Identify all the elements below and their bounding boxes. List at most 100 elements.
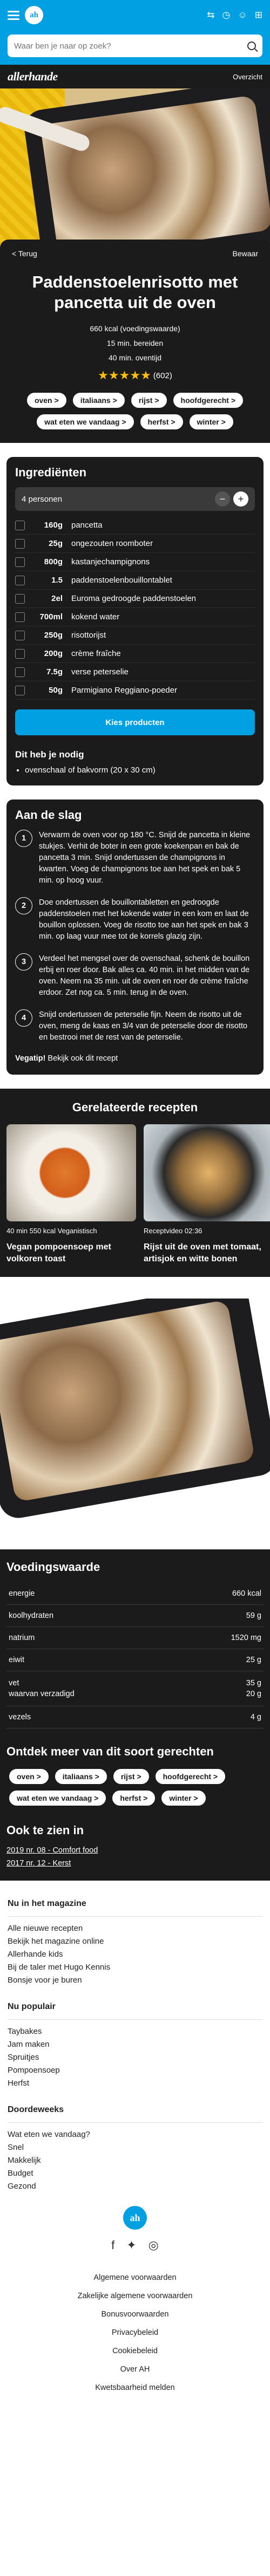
magazine-link[interactable]: 2017 nr. 12 - Kerst bbox=[6, 1857, 264, 1870]
tag-hoofdgerecht[interactable]: hoofdgerecht > bbox=[172, 392, 244, 408]
ah-logo[interactable]: ah bbox=[25, 6, 43, 24]
kcal-link[interactable]: 660 kcal (voedingswaarde) bbox=[12, 322, 258, 336]
footer-link[interactable]: Bij de taler met Hugo Kennis bbox=[8, 1961, 262, 1974]
checkbox[interactable] bbox=[15, 557, 25, 567]
ingredient-row[interactable]: 160g pancetta bbox=[15, 516, 255, 535]
tag-rijst[interactable]: rijst > bbox=[130, 392, 167, 408]
tag-oven[interactable]: oven > bbox=[9, 1768, 49, 1785]
ingredient-row[interactable]: 50g Parmigiano Reggiano-poeder bbox=[15, 681, 255, 700]
legal-link[interactable]: Over AH bbox=[8, 2360, 262, 2379]
tag-hoofdgerecht[interactable]: hoofdgerecht > bbox=[154, 1768, 226, 1785]
step: 3 Verdeel het mengsel over de ovenschaal,… bbox=[15, 953, 255, 999]
vega-tip[interactable]: Vegatip! Bekijk ook dit recept bbox=[15, 1054, 255, 1063]
checkbox[interactable] bbox=[15, 630, 25, 640]
footer-link[interactable]: Allerhande kids bbox=[8, 1948, 262, 1961]
tag-italiaans[interactable]: italiaans > bbox=[72, 392, 125, 408]
tip-label: Vegatip! bbox=[15, 1054, 46, 1063]
ingredient-row[interactable]: 200g crème fraîche bbox=[15, 645, 255, 663]
checkbox[interactable] bbox=[15, 538, 25, 549]
footer-link[interactable]: Spruitjes bbox=[8, 2051, 262, 2064]
related-title[interactable]: Vegan pompoensoep met volkoren toast bbox=[6, 1241, 136, 1265]
minus-button[interactable]: − bbox=[215, 491, 230, 507]
back-link[interactable]: < Terug bbox=[12, 249, 37, 258]
related-meta: 40 min 550 kcal Veganistisch bbox=[6, 1227, 97, 1235]
footer-link[interactable]: Herfst bbox=[8, 2077, 262, 2090]
facebook-icon[interactable]: f bbox=[111, 2238, 114, 2252]
twitter-icon[interactable]: ✦ bbox=[126, 2238, 136, 2252]
footer-link[interactable]: Bonsje voor je buren bbox=[8, 1974, 262, 1987]
recipe-header: < Terug Bewaar Paddenstoelenrisotto met … bbox=[0, 240, 270, 443]
save-button[interactable]: Bewaar bbox=[233, 249, 258, 258]
checkbox[interactable] bbox=[15, 648, 25, 659]
related-image[interactable] bbox=[6, 1124, 136, 1221]
tag-rijst[interactable]: rijst > bbox=[112, 1768, 150, 1785]
search-box[interactable] bbox=[8, 35, 262, 57]
footer-link[interactable]: Alle nieuwe recepten bbox=[8, 1922, 262, 1935]
footer-link[interactable]: Makkelijk bbox=[8, 2154, 262, 2167]
tag-winter[interactable]: winter > bbox=[188, 414, 234, 430]
tag-herfst[interactable]: herfst > bbox=[112, 1790, 156, 1806]
magazine-link[interactable]: 2019 nr. 08 - Comfort food bbox=[6, 1844, 264, 1857]
cart-icon[interactable]: ⊞ bbox=[255, 10, 262, 21]
instagram-icon[interactable]: ◎ bbox=[148, 2238, 159, 2252]
user-icon[interactable]: ☺ bbox=[238, 10, 247, 21]
ingredient-row[interactable]: 25g ongezouten roomboter bbox=[15, 535, 255, 553]
allerhande-logo[interactable]: allerhande bbox=[8, 70, 58, 84]
checkbox[interactable] bbox=[15, 575, 25, 585]
ingredient-row[interactable]: 250g risottorijst bbox=[15, 626, 255, 645]
related-card[interactable]: Receptvideo 02:36 Rijst uit de oven met … bbox=[144, 1124, 270, 1265]
legal-link[interactable]: Zakelijke algemene voorwaarden bbox=[8, 2287, 262, 2305]
related-card[interactable]: 40 min 550 kcal Veganistisch Vegan pompo… bbox=[6, 1124, 136, 1265]
tip-link[interactable]: Bekijk ook dit recept bbox=[45, 1054, 118, 1063]
search-input[interactable] bbox=[14, 41, 247, 51]
ingredient-row[interactable]: 7.5g verse peterselie bbox=[15, 663, 255, 681]
checkbox[interactable] bbox=[15, 667, 25, 677]
legal-link[interactable]: Bonusvoorwaarden bbox=[8, 2305, 262, 2324]
ingredient-amount: 200g bbox=[44, 649, 63, 658]
footer-link[interactable]: Snel bbox=[8, 2141, 262, 2154]
plus-button[interactable]: + bbox=[233, 491, 248, 507]
checkbox[interactable] bbox=[15, 593, 25, 604]
ingredient-row[interactable]: 700ml kokend water bbox=[15, 608, 255, 626]
footer-link[interactable]: Taybakes bbox=[8, 2025, 262, 2038]
ingredient-row[interactable]: 2el Euroma gedroogde paddenstoelen bbox=[15, 590, 255, 608]
footer-link[interactable]: Gezond bbox=[8, 2180, 262, 2193]
checkbox[interactable] bbox=[15, 520, 25, 530]
top-icons: ⇆ ◷ ☺ ⊞ bbox=[207, 10, 262, 21]
oven-dish bbox=[0, 1299, 270, 1521]
steps-heading: Aan de slag bbox=[15, 808, 82, 822]
rating-count: (602) bbox=[153, 371, 172, 380]
footer-link[interactable]: Pompoensoep bbox=[8, 2064, 262, 2077]
legal-link[interactable]: Privacybeleid bbox=[8, 2324, 262, 2342]
related-title[interactable]: Rijst uit de oven met tomaat, artisjok e… bbox=[144, 1241, 270, 1265]
tag-oven[interactable]: oven > bbox=[26, 392, 67, 408]
footer-link[interactable]: Budget bbox=[8, 2167, 262, 2180]
footer-link[interactable]: Bekijk het magazine online bbox=[8, 1935, 262, 1948]
legal-link[interactable]: Kwetsbaarheid melden bbox=[8, 2379, 262, 2397]
tag-herfst[interactable]: herfst > bbox=[139, 414, 184, 430]
checkbox[interactable] bbox=[15, 612, 25, 622]
footer-link[interactable]: Wat eten we vandaag? bbox=[8, 2128, 262, 2141]
tag-italiaans[interactable]: italiaans > bbox=[54, 1768, 107, 1785]
social-icons: f ✦ ◎ bbox=[8, 2238, 262, 2252]
ingredient-name: verse peterselie bbox=[71, 667, 129, 677]
overview-link[interactable]: Overzicht bbox=[233, 73, 262, 81]
search-icon[interactable] bbox=[247, 42, 256, 50]
tag-wat-eten-we[interactable]: wat eten we vandaag > bbox=[9, 1790, 107, 1806]
footer-link[interactable]: Jam maken bbox=[8, 2038, 262, 2051]
footer-ah-logo[interactable]: ah bbox=[123, 2206, 147, 2230]
legal-link[interactable]: Cookiebeleid bbox=[8, 2342, 262, 2360]
tag-winter[interactable]: winter > bbox=[161, 1790, 206, 1806]
checkbox[interactable] bbox=[15, 685, 25, 695]
translate-icon[interactable]: ⇆ bbox=[207, 10, 214, 21]
tag-wat-eten-we[interactable]: wat eten we vandaag > bbox=[36, 414, 134, 430]
clock-icon[interactable]: ◷ bbox=[222, 10, 231, 21]
ingredient-row[interactable]: 800g kastanjechampignons bbox=[15, 553, 255, 571]
related-image[interactable] bbox=[144, 1124, 270, 1221]
menu-icon[interactable] bbox=[8, 10, 19, 20]
choose-products-button[interactable]: Kies producten bbox=[15, 709, 255, 735]
ingredient-row[interactable]: 1.5 paddenstoelenbouillontablet bbox=[15, 571, 255, 590]
legal-link[interactable]: Algemene voorwaarden bbox=[8, 2268, 262, 2287]
footer-heading: Nu populair bbox=[8, 1994, 262, 2020]
related-meta: Receptvideo 02:36 bbox=[144, 1227, 202, 1235]
